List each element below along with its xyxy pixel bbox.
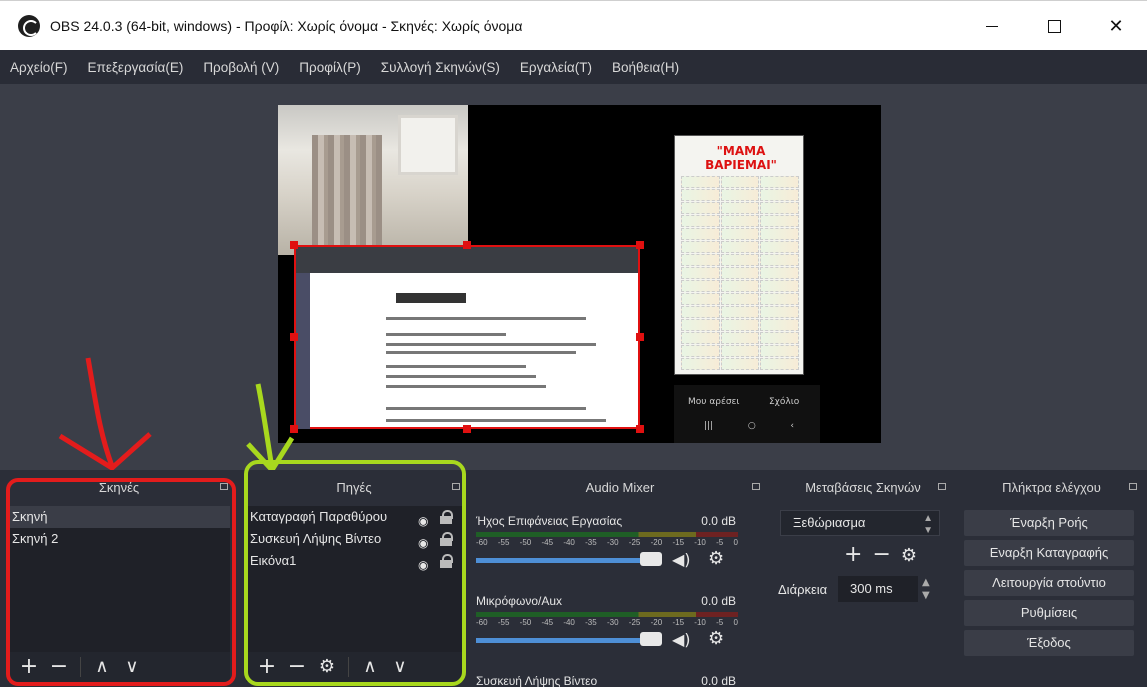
volume-slider-knob[interactable] — [640, 552, 662, 566]
maximize-button[interactable] — [1023, 1, 1085, 51]
meter-ticks: -60 -55 -50 -45 -40 -35 -30 -25 -20 -15 -10 -5 0 — [476, 618, 738, 627]
float-icon[interactable] — [1129, 483, 1137, 490]
exit-button[interactable]: Έξοδος — [964, 630, 1134, 656]
menu-profile[interactable]: Προφίλ(P) — [299, 60, 360, 75]
menu-view[interactable]: Προβολή (V) — [203, 60, 279, 75]
transitions-dock: Μεταβάσεις Σκηνών Ξεθώριασμα ▲ ▼ + − ⚙ Διά… — [770, 470, 956, 687]
controls-dock: Πλήκτρα ελέγχου Έναρξη Ροής Εναρξη Καταγ… — [956, 470, 1147, 687]
gear-icon[interactable]: ⚙ — [901, 542, 917, 570]
obs-window: OBS 24.0.3 (64-bit, windows) - Προφίλ: Χ… — [0, 0, 1147, 687]
minimize-button[interactable] — [961, 1, 1023, 51]
preview-area: "ΜΑΜΑ ΒΑΡΙΕΜΑΙ" Μου αρέσει Σχόλιο ||| ○ ‹ — [0, 84, 1147, 470]
menu-edit[interactable]: Επεξεργασία(E) — [88, 60, 184, 75]
transition-tools: + − ⚙ — [844, 542, 917, 570]
start-streaming-button[interactable]: Έναρξη Ροής — [964, 510, 1134, 536]
window-controls: ✕ — [961, 1, 1147, 51]
close-button[interactable]: ✕ — [1085, 1, 1147, 51]
channel-name: Μικρόφωνο/Aux — [476, 594, 562, 608]
volume-meter — [476, 612, 738, 617]
volume-slider-knob[interactable] — [640, 632, 662, 646]
mixer-title: Audio Mixer — [470, 470, 770, 504]
gear-icon[interactable]: ⚙ — [708, 548, 724, 569]
add-transition-button[interactable]: + — [844, 542, 862, 570]
channel-db: 0.0 dB — [701, 514, 736, 528]
mixer-channel: Ήχος Επιφάνειας Εργασίας 0.0 dB -60 -55 -5… — [476, 514, 746, 594]
sources-highlight-box — [244, 460, 466, 686]
duration-spin-icon[interactable]: ▲ ▼ — [922, 576, 930, 602]
window-title: OBS 24.0.3 (64-bit, windows) - Προφίλ: Χ… — [50, 17, 523, 34]
red-arrow — [85, 357, 115, 467]
speaker-icon[interactable]: ◀) — [672, 550, 691, 569]
scenes-highlight-box — [6, 478, 236, 686]
volume-meter — [476, 532, 738, 537]
minimize-icon — [986, 25, 998, 27]
remove-transition-button[interactable]: − — [872, 542, 890, 570]
menu-file[interactable]: Αρχείο(F) — [10, 60, 68, 75]
float-icon[interactable] — [938, 483, 946, 490]
volume-slider[interactable] — [476, 638, 656, 643]
speaker-icon[interactable]: ◀) — [672, 630, 691, 649]
audio-mixer-dock: Audio Mixer Ήχος Επιφάνειας Εργασίας 0.0… — [470, 470, 770, 687]
settings-button[interactable]: Ρυθμίσεις — [964, 600, 1134, 626]
obs-logo-icon — [18, 14, 40, 37]
maximize-icon — [1047, 19, 1061, 33]
duration-input[interactable]: 300 ms — [838, 576, 918, 602]
studio-mode-button[interactable]: Λειτουργία στούντιο — [964, 570, 1134, 596]
menu-bar: Αρχείο(F) Επεξεργασία(E) Προβολή (V) Προ… — [0, 50, 1147, 84]
mixer-channel: Συσκευή Λήψης Βίντεο 0.0 dB — [476, 674, 746, 687]
annotation-arrows — [58, 357, 295, 470]
duration-label: Διάρκεια — [778, 582, 828, 597]
close-icon: ✕ — [1108, 15, 1124, 37]
channel-name: Συσκευή Λήψης Βίντεο — [476, 674, 598, 687]
controls-title: Πλήκτρα ελέγχου — [956, 470, 1147, 504]
menu-help[interactable]: Βοήθεια(H) — [612, 60, 679, 75]
float-icon[interactable] — [752, 483, 760, 490]
gear-icon[interactable]: ⚙ — [708, 628, 724, 649]
menu-tools[interactable]: Εργαλεία(T) — [520, 60, 592, 75]
channel-db: 0.0 dB — [701, 594, 736, 608]
transition-select[interactable]: Ξεθώριασμα ▲ ▼ — [780, 510, 940, 536]
channel-name: Ήχος Επιφάνειας Εργασίας — [476, 514, 623, 528]
title-bar: OBS 24.0.3 (64-bit, windows) - Προφίλ: Χ… — [0, 0, 1147, 50]
channel-db: 0.0 dB — [701, 674, 736, 687]
volume-slider[interactable] — [476, 558, 656, 563]
meter-ticks: -60 -55 -50 -45 -40 -35 -30 -25 -20 -15 -10 -5 0 — [476, 538, 738, 547]
menu-scene-collection[interactable]: Συλλογή Σκηνών(S) — [381, 60, 500, 75]
start-recording-button[interactable]: Εναρξη Καταγραφής — [964, 540, 1134, 566]
spin-arrows-icon[interactable]: ▲ ▼ — [923, 513, 933, 537]
mixer-channel: Μικρόφωνο/Aux 0.0 dB -60 -55 -50 -45 -40 -35-… — [476, 594, 746, 674]
transitions-title: Μεταβάσεις Σκηνών — [770, 470, 956, 504]
